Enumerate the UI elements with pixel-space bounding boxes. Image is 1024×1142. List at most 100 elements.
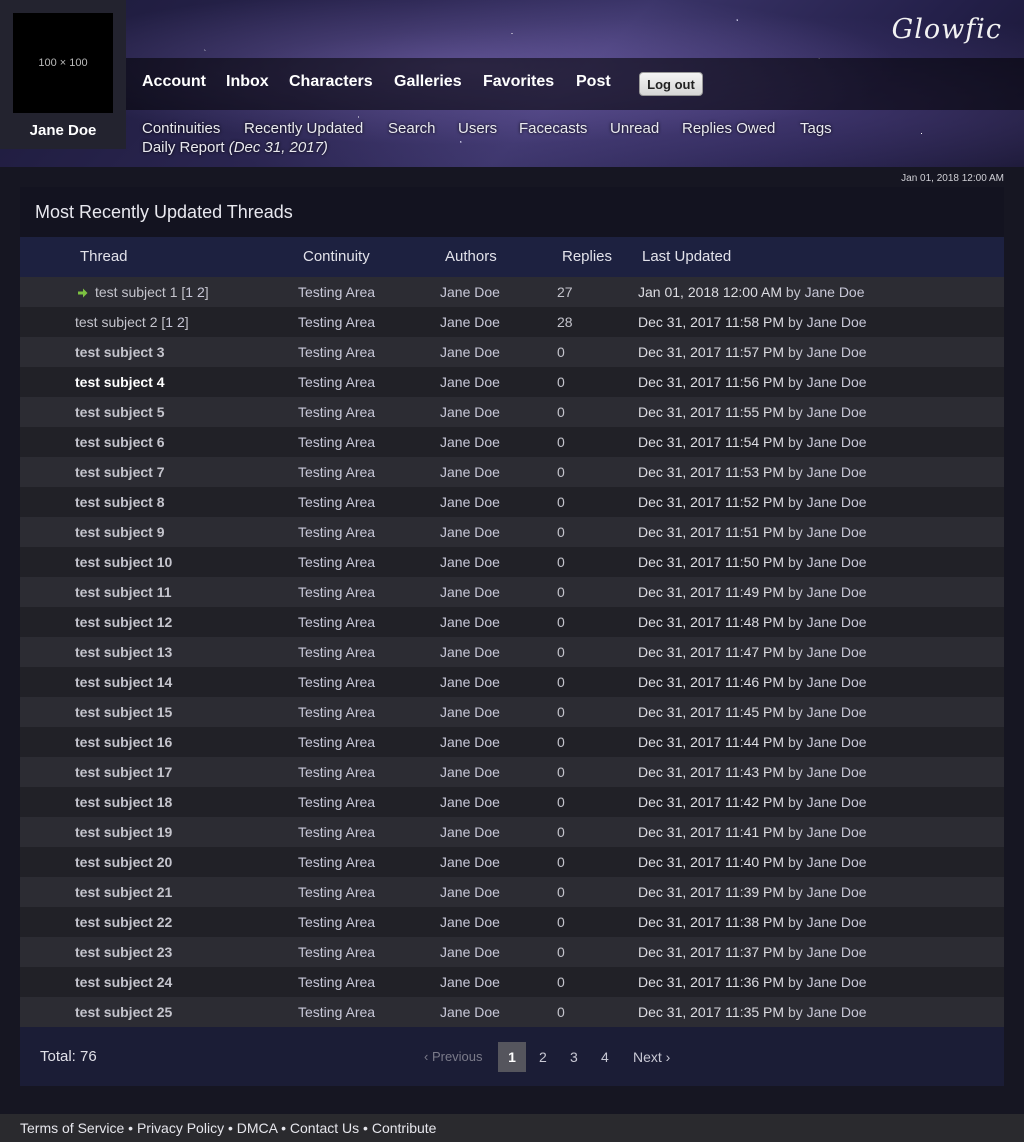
- last-poster-link[interactable]: Jane Doe: [807, 824, 867, 840]
- updated-timestamp[interactable]: Dec 31, 2017 11:52 PM: [638, 494, 784, 510]
- thread-subject-link[interactable]: test subject 2: [75, 314, 158, 330]
- last-poster-link[interactable]: Jane Doe: [807, 464, 867, 480]
- last-poster-link[interactable]: Jane Doe: [807, 434, 867, 450]
- updated-timestamp[interactable]: Dec 31, 2017 11:40 PM: [638, 854, 784, 870]
- updated-timestamp[interactable]: Dec 31, 2017 11:51 PM: [638, 524, 784, 540]
- subnav-replies-owed[interactable]: Replies Owed: [682, 120, 775, 137]
- continuity-link[interactable]: Testing Area: [298, 314, 375, 330]
- thread-subject-link[interactable]: test subject 12: [75, 614, 172, 630]
- author-link[interactable]: Jane Doe: [440, 464, 500, 480]
- last-poster-link[interactable]: Jane Doe: [807, 584, 867, 600]
- updated-timestamp[interactable]: Jan 01, 2018 12:00 AM: [638, 284, 782, 300]
- thread-subject-link[interactable]: test subject 19: [75, 824, 172, 840]
- thread-subject-link[interactable]: test subject 15: [75, 704, 172, 720]
- author-link[interactable]: Jane Doe: [440, 734, 500, 750]
- author-link[interactable]: Jane Doe: [440, 704, 500, 720]
- last-poster-link[interactable]: Jane Doe: [807, 674, 867, 690]
- continuity-link[interactable]: Testing Area: [298, 284, 375, 300]
- daily-report-link[interactable]: Daily Report (Dec 31, 2017): [142, 139, 328, 156]
- continuity-link[interactable]: Testing Area: [298, 524, 375, 540]
- thread-subject-link[interactable]: test subject 6: [75, 434, 164, 450]
- continuity-link[interactable]: Testing Area: [298, 884, 375, 900]
- thread-subject-link[interactable]: test subject 23: [75, 944, 172, 960]
- continuity-link[interactable]: Testing Area: [298, 914, 375, 930]
- subnav-search[interactable]: Search: [388, 120, 436, 137]
- author-link[interactable]: Jane Doe: [440, 764, 500, 780]
- thread-subject-link[interactable]: test subject 14: [75, 674, 172, 690]
- last-poster-link[interactable]: Jane Doe: [807, 884, 867, 900]
- last-poster-link[interactable]: Jane Doe: [807, 494, 867, 510]
- updated-timestamp[interactable]: Dec 31, 2017 11:53 PM: [638, 464, 784, 480]
- thread-subject-link[interactable]: test subject 13: [75, 644, 172, 660]
- subnav-recently-updated[interactable]: Recently Updated: [244, 120, 363, 137]
- thread-page-link[interactable]: 1: [185, 284, 193, 300]
- author-link[interactable]: Jane Doe: [440, 404, 500, 420]
- author-link[interactable]: Jane Doe: [440, 914, 500, 930]
- subnav-tags[interactable]: Tags: [800, 120, 832, 137]
- updated-timestamp[interactable]: Dec 31, 2017 11:49 PM: [638, 584, 784, 600]
- last-poster-link[interactable]: Jane Doe: [807, 644, 867, 660]
- author-link[interactable]: Jane Doe: [440, 524, 500, 540]
- author-link[interactable]: Jane Doe: [440, 824, 500, 840]
- last-poster-link[interactable]: Jane Doe: [807, 554, 867, 570]
- continuity-link[interactable]: Testing Area: [298, 644, 375, 660]
- continuity-link[interactable]: Testing Area: [298, 854, 375, 870]
- updated-timestamp[interactable]: Dec 31, 2017 11:36 PM: [638, 974, 784, 990]
- thread-page-link[interactable]: 1: [165, 314, 173, 330]
- updated-timestamp[interactable]: Dec 31, 2017 11:35 PM: [638, 1004, 784, 1020]
- continuity-link[interactable]: Testing Area: [298, 824, 375, 840]
- last-poster-link[interactable]: Jane Doe: [807, 614, 867, 630]
- updated-timestamp[interactable]: Dec 31, 2017 11:57 PM: [638, 344, 784, 360]
- thread-subject-link[interactable]: test subject 7: [75, 464, 164, 480]
- last-poster-link[interactable]: Jane Doe: [807, 974, 867, 990]
- continuity-link[interactable]: Testing Area: [298, 464, 375, 480]
- continuity-link[interactable]: Testing Area: [298, 434, 375, 450]
- author-link[interactable]: Jane Doe: [440, 494, 500, 510]
- updated-timestamp[interactable]: Dec 31, 2017 11:38 PM: [638, 914, 784, 930]
- thread-subject-link[interactable]: test subject 11: [75, 584, 172, 600]
- subnav-users[interactable]: Users: [458, 120, 497, 137]
- nav-galleries[interactable]: Galleries: [394, 73, 462, 91]
- next-page[interactable]: Next ›: [633, 1049, 670, 1065]
- updated-timestamp[interactable]: Dec 31, 2017 11:43 PM: [638, 764, 784, 780]
- daily-report-label[interactable]: Daily Report: [142, 139, 225, 156]
- last-poster-link[interactable]: Jane Doe: [807, 374, 867, 390]
- thread-subject-link[interactable]: test subject 17: [75, 764, 172, 780]
- author-link[interactable]: Jane Doe: [440, 884, 500, 900]
- updated-timestamp[interactable]: Dec 31, 2017 11:42 PM: [638, 794, 784, 810]
- thread-subject-link[interactable]: test subject 18: [75, 794, 172, 810]
- author-link[interactable]: Jane Doe: [440, 974, 500, 990]
- continuity-link[interactable]: Testing Area: [298, 974, 375, 990]
- updated-timestamp[interactable]: Dec 31, 2017 11:47 PM: [638, 644, 784, 660]
- continuity-link[interactable]: Testing Area: [298, 734, 375, 750]
- logout-button[interactable]: Log out: [639, 72, 703, 96]
- username[interactable]: Jane Doe: [0, 122, 126, 139]
- continuity-link[interactable]: Testing Area: [298, 554, 375, 570]
- thread-subject-link[interactable]: test subject 25: [75, 1004, 172, 1020]
- continuity-link[interactable]: Testing Area: [298, 1004, 375, 1020]
- thread-subject-link[interactable]: test subject 24: [75, 974, 172, 990]
- subnav-unread[interactable]: Unread: [610, 120, 659, 137]
- thread-page-link[interactable]: 2: [177, 314, 185, 330]
- updated-timestamp[interactable]: Dec 31, 2017 11:39 PM: [638, 884, 784, 900]
- thread-subject-link[interactable]: test subject 9: [75, 524, 164, 540]
- last-poster-link[interactable]: Jane Doe: [807, 914, 867, 930]
- continuity-link[interactable]: Testing Area: [298, 374, 375, 390]
- updated-timestamp[interactable]: Dec 31, 2017 11:58 PM: [638, 314, 784, 330]
- nav-inbox[interactable]: Inbox: [226, 73, 269, 91]
- updated-timestamp[interactable]: Dec 31, 2017 11:44 PM: [638, 734, 784, 750]
- author-link[interactable]: Jane Doe: [440, 614, 500, 630]
- updated-timestamp[interactable]: Dec 31, 2017 11:37 PM: [638, 944, 784, 960]
- continuity-link[interactable]: Testing Area: [298, 704, 375, 720]
- page-4-link[interactable]: 4: [601, 1049, 609, 1065]
- terms-link[interactable]: Terms of Service: [20, 1120, 124, 1136]
- continuity-link[interactable]: Testing Area: [298, 494, 375, 510]
- nav-characters[interactable]: Characters: [289, 73, 373, 91]
- thread-subject-link[interactable]: test subject 20: [75, 854, 172, 870]
- updated-timestamp[interactable]: Dec 31, 2017 11:41 PM: [638, 824, 784, 840]
- nav-post[interactable]: Post: [576, 73, 611, 91]
- author-link[interactable]: Jane Doe: [440, 584, 500, 600]
- continuity-link[interactable]: Testing Area: [298, 944, 375, 960]
- last-poster-link[interactable]: Jane Doe: [807, 944, 867, 960]
- nav-favorites[interactable]: Favorites: [483, 73, 554, 91]
